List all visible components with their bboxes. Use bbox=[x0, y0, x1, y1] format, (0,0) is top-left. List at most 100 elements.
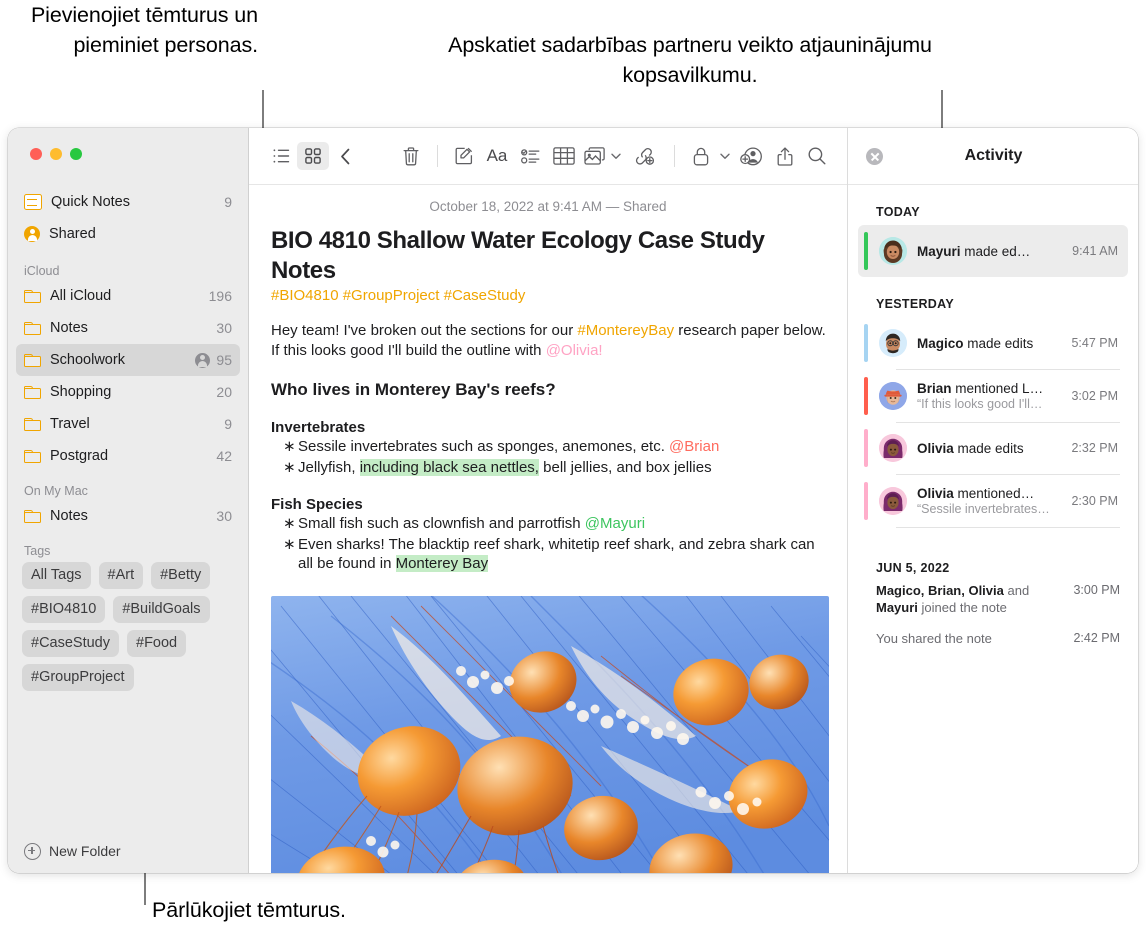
sidebar-item-label: All iCloud bbox=[50, 288, 209, 304]
activity-text: Olivia made edits bbox=[917, 440, 1065, 457]
list-item: Even sharks! The blacktip reef shark, wh… bbox=[271, 535, 827, 574]
activity-row-mayuri[interactable]: Mayuri made ed… 9:41 AM bbox=[858, 225, 1128, 277]
note-intro-paragraph: Hey team! I've broken out the sections f… bbox=[271, 321, 827, 360]
mention-mayuri[interactable]: @Mayuri bbox=[585, 515, 645, 532]
activity-time: 3:00 PM bbox=[1073, 582, 1120, 597]
format-text-button[interactable]: Aa bbox=[480, 142, 514, 170]
tag-art[interactable]: #Art bbox=[99, 562, 144, 589]
list-item: Jellyfish, including black sea nettles, … bbox=[271, 458, 827, 478]
sidebar-item-label: Shopping bbox=[50, 384, 216, 400]
sidebar-item-label: Schoolwork bbox=[50, 352, 195, 368]
close-icon[interactable] bbox=[866, 148, 883, 165]
sidebar-item-postgrad[interactable]: Postgrad 42 bbox=[16, 440, 240, 472]
back-chevron-icon[interactable] bbox=[329, 142, 361, 170]
search-icon[interactable] bbox=[801, 142, 833, 170]
toolbar-divider bbox=[674, 145, 675, 167]
bullet-text: Even sharks! The blacktip reef shark, wh… bbox=[298, 536, 815, 573]
lock-chevron-down-icon[interactable] bbox=[717, 142, 733, 170]
activity-action: mentioned L… bbox=[952, 381, 1044, 396]
gallery-view-icon[interactable] bbox=[297, 142, 329, 170]
activity-text: Olivia mentioned… bbox=[917, 485, 1065, 502]
toolbar-divider bbox=[437, 145, 438, 167]
activity-list[interactable]: TODAY Mayuri made ed… 9:41 AM YESTERDAY bbox=[848, 185, 1138, 873]
jellyfish-photo[interactable] bbox=[271, 596, 829, 874]
sidebar-item-shopping[interactable]: Shopping 20 bbox=[16, 376, 240, 408]
sidebar-group-onmymac-header: On My Mac bbox=[24, 484, 248, 498]
format-label: Aa bbox=[487, 146, 508, 166]
hashtag-montereybay[interactable]: #MontereyBay bbox=[577, 322, 674, 339]
activity-action: mentioned… bbox=[954, 486, 1034, 501]
tag-betty[interactable]: #Betty bbox=[151, 562, 210, 589]
trash-icon[interactable] bbox=[395, 142, 427, 170]
close-button[interactable] bbox=[30, 148, 42, 160]
activity-section-today: TODAY bbox=[876, 205, 1138, 219]
media-chevron-down-icon[interactable] bbox=[608, 142, 624, 170]
zoom-button[interactable] bbox=[70, 148, 82, 160]
activity-row-magico[interactable]: Magico made edits 5:47 PM bbox=[858, 317, 1128, 369]
sidebar-item-count: 20 bbox=[216, 384, 232, 400]
tag-casestudy[interactable]: #CaseStudy bbox=[22, 630, 119, 657]
new-folder-button[interactable]: New Folder bbox=[8, 829, 264, 873]
sidebar-item-count: 9 bbox=[224, 194, 232, 210]
bullet-text: Sessile invertebrates such as sponges, a… bbox=[298, 438, 669, 455]
sidebar-item-schoolwork[interactable]: Schoolwork 95 bbox=[16, 344, 240, 376]
tag-food[interactable]: #Food bbox=[127, 630, 186, 657]
minimize-button[interactable] bbox=[50, 148, 62, 160]
media-icon[interactable] bbox=[582, 142, 608, 170]
mention-brian[interactable]: @Brian bbox=[669, 438, 719, 455]
avatar bbox=[879, 487, 907, 515]
tag-all-tags[interactable]: All Tags bbox=[22, 562, 91, 589]
sidebar-item-count: 95 bbox=[216, 352, 232, 368]
activity-row-olivia-mentioned[interactable]: Olivia mentioned… “Sessile invertebrates… bbox=[858, 475, 1128, 527]
activity-action: made edits bbox=[954, 441, 1024, 456]
checklist-icon[interactable] bbox=[514, 142, 546, 170]
activity-text: Brian mentioned L… bbox=[917, 380, 1065, 397]
activity-action: made edits bbox=[964, 336, 1034, 351]
activity-joined-row: Magico, Brian, Olivia and Mayuri joined … bbox=[876, 582, 1120, 616]
note-date: October 18, 2022 at 9:41 AM — Shared bbox=[249, 199, 847, 214]
tag-buildgoals[interactable]: #BuildGoals bbox=[113, 596, 209, 623]
sidebar-item-shared[interactable]: Shared bbox=[16, 218, 240, 250]
sidebar-item-all-icloud[interactable]: All iCloud 196 bbox=[16, 280, 240, 312]
list-item: Sessile invertebrates such as sponges, a… bbox=[271, 437, 827, 457]
sidebar-item-count: 9 bbox=[224, 416, 232, 432]
sidebar-item-count: 30 bbox=[216, 320, 232, 336]
tag-browser: All Tags #Art #Betty #BIO4810 #BuildGoal… bbox=[22, 562, 236, 691]
sidebar-item-notes-icloud[interactable]: Notes 30 bbox=[16, 312, 240, 344]
folder-icon bbox=[24, 449, 41, 463]
share-icon[interactable] bbox=[769, 142, 801, 170]
sidebar-scroll[interactable]: Quick Notes 9 Shared iCloud All iCloud 1… bbox=[8, 186, 248, 827]
sidebar-item-label: Postgrad bbox=[50, 448, 216, 464]
note-scroll-area[interactable]: October 18, 2022 at 9:41 AM — Shared BIO… bbox=[249, 185, 847, 873]
note-hashtags[interactable]: #BIO4810 #GroupProject #CaseStudy bbox=[271, 287, 827, 304]
sidebar-item-travel[interactable]: Travel 9 bbox=[16, 408, 240, 440]
sidebar-item-quick-notes[interactable]: Quick Notes 9 bbox=[16, 186, 240, 218]
tag-bio4810[interactable]: #BIO4810 bbox=[22, 596, 105, 623]
activity-quote: “Sessile invertebrates… bbox=[917, 502, 1065, 517]
add-people-icon[interactable] bbox=[733, 142, 769, 170]
highlighted-text: including black sea nettles, bbox=[360, 459, 539, 476]
activity-row-brian[interactable]: Brian mentioned L… “If this looks good I… bbox=[858, 370, 1128, 422]
note-content[interactable]: BIO 4810 Shallow Water Ecology Case Stud… bbox=[249, 226, 847, 574]
list-view-icon[interactable] bbox=[265, 142, 297, 170]
highlighted-text: Monterey Bay bbox=[396, 555, 489, 572]
window-controls bbox=[30, 148, 82, 160]
invertebrates-list: Sessile invertebrates such as sponges, a… bbox=[271, 437, 827, 477]
callout-activity: Apskatiet sadarbības partneru veikto atj… bbox=[440, 30, 940, 90]
activity-panel: Activity TODAY Mayuri made ed… 9:41 AM Y… bbox=[847, 128, 1138, 873]
sidebar-item-label: Notes bbox=[50, 508, 216, 524]
note-toolbar: Aa bbox=[249, 128, 847, 185]
compose-icon[interactable] bbox=[448, 142, 480, 170]
lock-icon[interactable] bbox=[685, 142, 717, 170]
activity-joined-text: Magico, Brian, Olivia and Mayuri joined … bbox=[876, 582, 1065, 616]
sidebar-item-notes-local[interactable]: Notes 30 bbox=[16, 500, 240, 532]
list-item: Small fish such as clownfish and parrotf… bbox=[271, 514, 827, 534]
link-icon[interactable] bbox=[624, 142, 664, 170]
activity-time: 3:02 PM bbox=[1071, 389, 1118, 403]
activity-row-olivia-edits[interactable]: Olivia made edits 2:32 PM bbox=[858, 422, 1128, 474]
tag-groupproject[interactable]: #GroupProject bbox=[22, 664, 134, 691]
sidebar-item-label: Travel bbox=[50, 416, 224, 432]
note-heading: Who lives in Monterey Bay's reefs? bbox=[271, 380, 827, 400]
table-icon[interactable] bbox=[546, 142, 582, 170]
mention-olivia[interactable]: @Olivia! bbox=[546, 342, 603, 359]
